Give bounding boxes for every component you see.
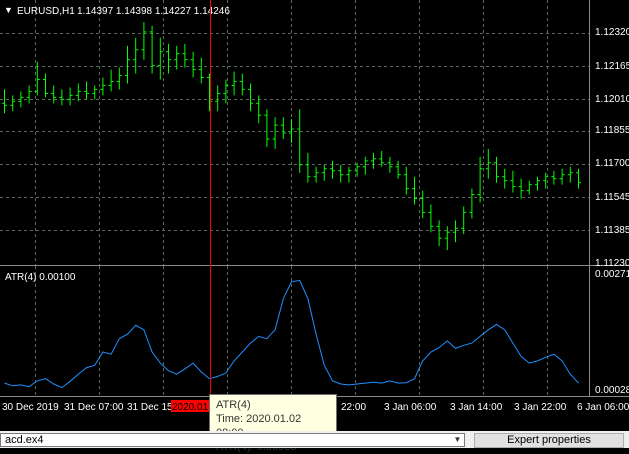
price-bar xyxy=(75,83,81,102)
price-bar xyxy=(305,152,311,183)
expert-properties-button[interactable]: Expert properties xyxy=(474,433,624,448)
price-bar xyxy=(100,77,106,96)
expert-file-select[interactable]: acd.ex4 ▼ xyxy=(0,433,465,447)
price-bar xyxy=(108,69,114,92)
price-bar xyxy=(26,85,32,104)
price-bar xyxy=(576,168,581,189)
price-bar xyxy=(198,57,204,84)
price-bar xyxy=(453,220,458,243)
price-bar xyxy=(551,170,557,185)
price-bar xyxy=(133,37,139,74)
price-bar xyxy=(10,95,16,112)
price-bar xyxy=(510,170,516,193)
price-bar xyxy=(330,160,335,179)
time-tick: 31 Dec 07:00 xyxy=(64,402,124,413)
price-bar xyxy=(239,73,245,96)
price-bar xyxy=(526,180,532,195)
price-bar xyxy=(248,83,253,112)
price-bar xyxy=(395,160,401,179)
price-tick: 1.11700 xyxy=(595,158,629,169)
atr-tick-bottom: 0.00028 xyxy=(595,385,629,396)
price-bar xyxy=(461,206,467,235)
price-bar xyxy=(313,166,319,183)
price-bar xyxy=(297,109,303,173)
price-bar xyxy=(272,117,278,149)
price-bar xyxy=(371,152,376,169)
price-bar xyxy=(403,166,409,195)
price-tick: 1.12010 xyxy=(595,94,629,105)
atr-tick-top: 0.00271 xyxy=(595,269,629,280)
chart-grid xyxy=(0,0,589,396)
price-bar xyxy=(215,85,221,112)
symbol-label: EURUSD,H1 xyxy=(17,6,75,17)
price-tick: 1.11230 xyxy=(595,258,629,269)
price-bar xyxy=(264,109,270,147)
chart-canvas[interactable]: ▼ EURUSD,H1 1.14397 1.14398 1.14227 1.14… xyxy=(0,0,629,431)
chevron-down-icon[interactable]: ▼ xyxy=(451,434,464,446)
price-bar xyxy=(92,85,98,100)
price-bar xyxy=(190,51,196,78)
price-bar xyxy=(362,156,368,175)
price-bar xyxy=(51,85,57,104)
price-bar xyxy=(559,168,565,185)
time-tick: 31 Dec 15 xyxy=(127,402,173,413)
crosshair-time-text: 2020.01 xyxy=(172,402,209,413)
time-tick: 3 Jan 06:00 xyxy=(384,402,437,413)
price-bar xyxy=(567,166,573,183)
price-bar xyxy=(502,168,508,189)
file-name: acd.ex4 xyxy=(5,434,44,446)
price-bar xyxy=(84,81,89,100)
price-bar xyxy=(43,73,48,98)
price-bar xyxy=(412,176,417,205)
price-bar xyxy=(428,204,434,233)
price-bar xyxy=(2,89,7,114)
time-tick: 6 Jan 06:00 xyxy=(577,402,629,413)
price-tick: 1.12165 xyxy=(595,61,629,72)
price-bar xyxy=(346,166,352,183)
indicator-label: ATR(4) 0.00100 xyxy=(5,272,76,283)
price-bar xyxy=(59,89,65,106)
price-tick: 1.12320 xyxy=(595,27,629,38)
price-bar xyxy=(338,164,344,183)
price-bar xyxy=(280,117,286,140)
price-bar xyxy=(535,176,540,191)
ohlc-values: 1.14397 1.14398 1.14227 1.14246 xyxy=(77,6,230,17)
price-bar xyxy=(166,43,171,74)
price-bar xyxy=(485,148,491,179)
price-bar xyxy=(182,43,188,68)
price-bar xyxy=(469,188,475,219)
tooltip-title: ATR(4) xyxy=(216,399,251,411)
price-bar xyxy=(436,220,442,247)
time-tick: 3 Jan 22:00 xyxy=(514,402,567,413)
price-bar xyxy=(444,226,450,251)
price-bar xyxy=(494,156,499,183)
price-bar xyxy=(477,156,483,203)
collapse-arrow-icon[interactable]: ▼ xyxy=(4,5,13,15)
price-bar xyxy=(518,178,524,199)
price-tick: 1.11855 xyxy=(595,125,629,136)
price-bar xyxy=(207,73,212,112)
time-tick: 3 Jan 14:00 xyxy=(450,402,503,413)
time-tick: 30 Dec 2019 xyxy=(2,402,59,413)
price-bar xyxy=(141,21,147,60)
bottom-toolbar: acd.ex4 ▼ Expert properties xyxy=(0,431,629,448)
price-bar xyxy=(321,164,327,181)
time-tick: 22:00 xyxy=(341,402,366,413)
price-bar xyxy=(67,87,73,106)
price-bar xyxy=(157,37,163,80)
price-bar xyxy=(231,71,237,96)
price-bar xyxy=(125,45,130,84)
price-tick: 1.11385 xyxy=(595,225,629,236)
price-tick: 1.11545 xyxy=(595,192,629,203)
price-bar xyxy=(116,67,122,90)
price-bar xyxy=(420,190,426,219)
